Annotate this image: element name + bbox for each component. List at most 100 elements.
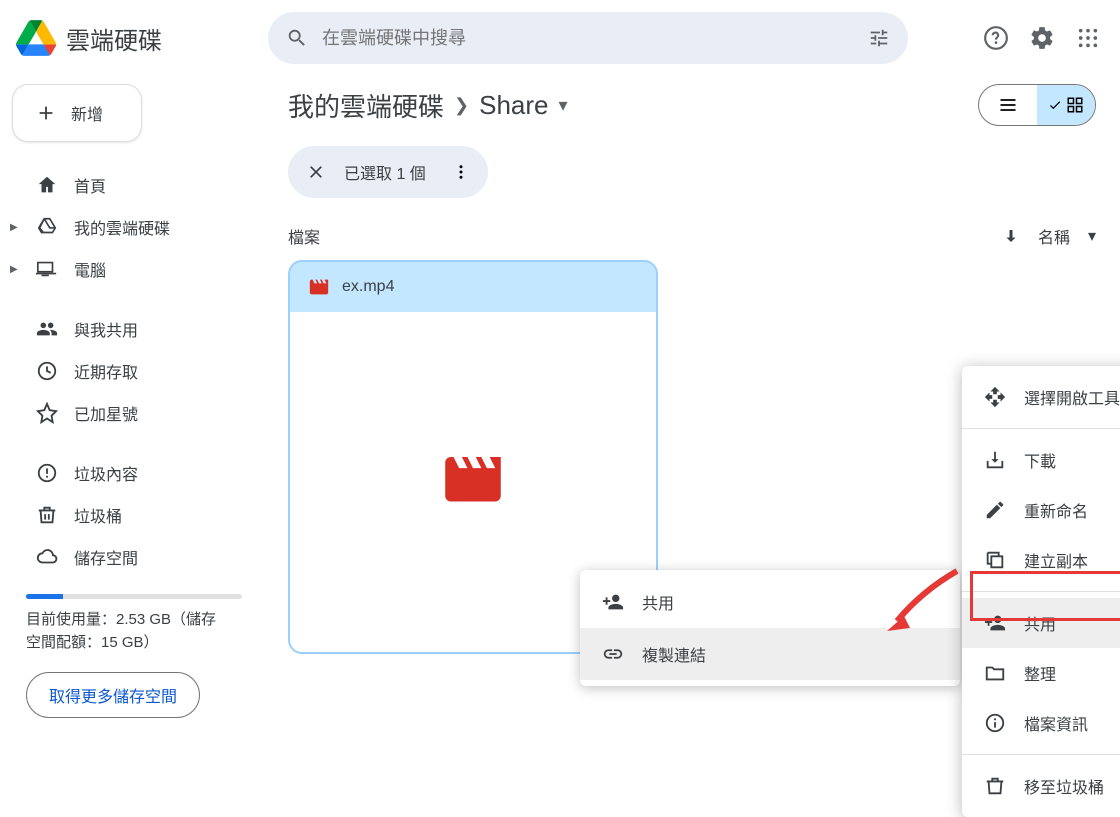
sidebar-item-recent[interactable]: 近期存取: [12, 350, 256, 392]
share-submenu: 共用 複製連結: [580, 570, 960, 686]
menu-label: 下載: [1024, 448, 1056, 472]
menu-label: 移至垃圾桶: [1024, 774, 1104, 798]
shared-icon: [36, 318, 58, 340]
sidebar-item-starred[interactable]: 已加星號: [12, 392, 256, 434]
submenu-label: 共用: [642, 590, 674, 614]
file-name: ex.mp4: [342, 278, 394, 296]
menu-label: 共用: [1024, 611, 1056, 635]
breadcrumb-row: 我的雲端硬碟 ❯ Share ▾: [288, 84, 1096, 126]
search-bar[interactable]: [268, 12, 908, 64]
sidebar-item-label: 與我共用: [74, 317, 138, 341]
trash-icon: [984, 775, 1006, 797]
chevron-right-icon: ❯: [454, 95, 469, 116]
recent-icon: [36, 360, 58, 382]
star-icon: [36, 402, 58, 424]
storage-section: 目前使用量：2.53 GB（儲存 空間配額：15 GB） 取得更多儲存空間: [12, 578, 256, 726]
menu-open-with[interactable]: 選擇開啟工具 ▶: [962, 372, 1120, 422]
person-add-icon: [984, 612, 1006, 634]
menu-rename[interactable]: 重新命名: [962, 485, 1120, 535]
copy-icon: [984, 549, 1006, 571]
cloud-icon: [36, 546, 58, 568]
header-icons: [980, 22, 1104, 54]
sidebar-item-mydrive[interactable]: ▶ 我的雲端硬碟: [12, 206, 256, 248]
sidebar-item-label: 電腦: [74, 257, 106, 281]
sidebar-item-trash[interactable]: 垃圾桶: [12, 494, 256, 536]
menu-label: 建立副本: [1024, 548, 1088, 572]
caret-icon: ▶: [10, 264, 18, 275]
more-icon[interactable]: [452, 163, 470, 181]
submenu-label: 複製連結: [642, 642, 706, 666]
rename-icon: [984, 499, 1006, 521]
breadcrumb: 我的雲端硬碟 ❯ Share ▾: [288, 87, 568, 124]
logo-area: 雲端硬碟: [16, 18, 256, 58]
close-icon[interactable]: [306, 162, 326, 182]
check-icon: [1048, 98, 1062, 112]
search-icon: [286, 27, 308, 49]
menu-file-info[interactable]: 檔案資訊 ▶: [962, 698, 1120, 748]
menu-move-to-trash[interactable]: 移至垃圾桶: [962, 761, 1120, 811]
arrow-down-icon: [1002, 227, 1020, 245]
settings-icon[interactable]: [1026, 22, 1058, 54]
sidebar-item-label: 儲存空間: [74, 545, 138, 569]
drive-icon: [36, 216, 58, 238]
help-icon[interactable]: [980, 22, 1012, 54]
tune-icon[interactable]: [868, 27, 890, 49]
new-button[interactable]: 新增: [12, 84, 142, 142]
menu-label: 檔案資訊: [1024, 711, 1088, 735]
dropdown-caret-icon: ▾: [1088, 226, 1096, 246]
sidebar-item-label: 垃圾桶: [74, 503, 122, 527]
files-label: 檔案: [288, 224, 320, 248]
grid-view-button[interactable]: [1037, 85, 1095, 125]
menu-organize[interactable]: 整理 ▶: [962, 648, 1120, 698]
submenu-copy-link[interactable]: 複製連結: [580, 628, 960, 680]
sidebar-item-storage[interactable]: 儲存空間: [12, 536, 256, 578]
spam-icon: [36, 462, 58, 484]
link-icon: [602, 643, 624, 665]
new-button-label: 新增: [71, 101, 103, 125]
download-icon: [984, 449, 1006, 471]
sidebar-item-label: 近期存取: [74, 359, 138, 383]
submenu-share[interactable]: 共用: [580, 576, 960, 628]
grid-icon: [1066, 96, 1084, 114]
caret-icon: ▶: [10, 222, 18, 233]
breadcrumb-root[interactable]: 我的雲端硬碟: [288, 87, 444, 124]
storage-bar: [26, 594, 242, 599]
app-title: 雲端硬碟: [66, 21, 162, 56]
file-card-header: ex.mp4: [290, 262, 656, 312]
sidebar-item-shared[interactable]: 與我共用: [12, 308, 256, 350]
menu-separator: [962, 428, 1120, 429]
header: 雲端硬碟: [0, 0, 1120, 76]
home-icon: [36, 174, 58, 196]
plus-icon: [35, 102, 57, 124]
computers-icon: [36, 258, 58, 280]
search-input[interactable]: [322, 28, 854, 49]
info-icon: [984, 712, 1006, 734]
sidebar-item-label: 已加星號: [74, 401, 138, 425]
context-menu: 選擇開啟工具 ▶ 下載 重新命名 建立副本 Ctrl+C Ctrl+V 共用: [962, 366, 1120, 817]
selection-bar: 已選取 1 個: [288, 146, 488, 198]
apps-icon[interactable]: [1072, 22, 1104, 54]
selection-text: 已選取 1 個: [344, 160, 434, 184]
menu-download[interactable]: 下載: [962, 435, 1120, 485]
sidebar-item-home[interactable]: 首頁: [12, 164, 256, 206]
storage-text: 目前使用量：2.53 GB（儲存 空間配額：15 GB）: [26, 609, 242, 654]
dropdown-caret-icon[interactable]: ▾: [559, 95, 568, 116]
sidebar-item-label: 我的雲端硬碟: [74, 215, 170, 239]
menu-separator: [962, 754, 1120, 755]
list-view-button[interactable]: [979, 85, 1037, 125]
view-toggle: [978, 84, 1096, 126]
sidebar-item-computers[interactable]: ▶ 電腦: [12, 248, 256, 290]
sidebar-item-spam[interactable]: 垃圾內容: [12, 452, 256, 494]
sort-area[interactable]: 名稱 ▾: [1002, 224, 1096, 248]
main: 新增 首頁 ▶ 我的雲端硬碟 ▶ 電腦 與我共用 近期存取 已加星號: [0, 76, 1120, 716]
storage-fill: [26, 594, 63, 599]
more-storage-button[interactable]: 取得更多儲存空間: [26, 672, 200, 718]
video-thumb-icon: [438, 457, 508, 507]
open-with-icon: [984, 386, 1006, 408]
menu-share[interactable]: 共用 ▶: [962, 598, 1120, 648]
menu-separator: [962, 591, 1120, 592]
breadcrumb-current[interactable]: Share: [479, 90, 548, 121]
list-icon: [998, 95, 1018, 115]
menu-make-copy[interactable]: 建立副本 Ctrl+C Ctrl+V: [962, 535, 1120, 585]
drive-logo-icon: [16, 18, 56, 58]
